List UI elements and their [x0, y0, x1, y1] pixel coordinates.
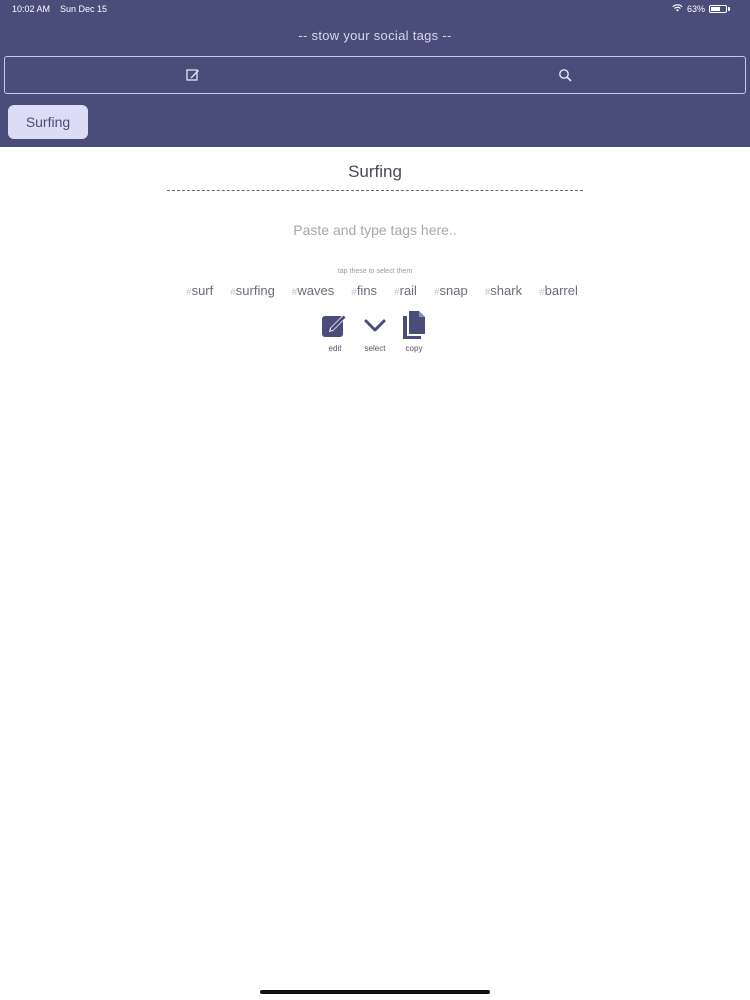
tag-waves[interactable]: #waves: [292, 283, 334, 298]
tag-fins[interactable]: #fins: [351, 283, 377, 298]
collection-title: Surfing: [348, 162, 402, 181]
status-date: Sun Dec 15: [60, 4, 108, 14]
hint-text: tap these to select them: [337, 268, 413, 275]
edit-icon: [186, 67, 200, 86]
tag-snap[interactable]: #snap: [434, 283, 468, 298]
battery-tip: [728, 7, 730, 11]
search-button[interactable]: [555, 66, 575, 86]
select-label: select: [364, 344, 386, 353]
toolbar: [4, 56, 746, 94]
category-tab-surfing[interactable]: Surfing: [8, 105, 88, 139]
status-right: 63%: [672, 4, 730, 14]
copy-icon: [399, 310, 429, 340]
copy-label: copy: [405, 344, 423, 353]
tag-rail[interactable]: #rail: [394, 283, 417, 298]
status-bar: 10:02 AM Sun Dec 15 63%: [0, 0, 750, 18]
battery-icon: [709, 5, 727, 13]
tag-barrel[interactable]: #barrel: [539, 283, 578, 298]
edit-icon: [320, 310, 350, 340]
home-indicator: [260, 990, 490, 994]
tag-input[interactable]: [200, 216, 550, 244]
tag-shark[interactable]: #shark: [485, 283, 522, 298]
tagline: -- stow your social tags --: [298, 28, 452, 43]
search-icon: [558, 67, 572, 86]
select-button[interactable]: select: [358, 310, 392, 356]
tag-list: #surf #surfing #waves #fins #rail #snap …: [186, 283, 578, 303]
battery-fill: [711, 7, 720, 11]
compose-button[interactable]: [183, 66, 203, 86]
status-time: 10:02 AM: [12, 4, 51, 14]
edit-label: edit: [328, 344, 342, 353]
title-divider: [167, 190, 583, 191]
battery-percent: 63%: [686, 4, 705, 14]
tag-surf[interactable]: #surf: [186, 283, 213, 298]
action-bar: edit select copy: [318, 310, 438, 358]
header: 10:02 AM Sun Dec 15 63% -- stow your soc…: [0, 0, 750, 147]
wifi-icon: [672, 4, 683, 14]
copy-button[interactable]: copy: [397, 310, 431, 356]
edit-button[interactable]: edit: [318, 310, 352, 356]
chevron-down-icon: [360, 310, 390, 340]
tag-surfing[interactable]: #surfing: [230, 283, 275, 298]
